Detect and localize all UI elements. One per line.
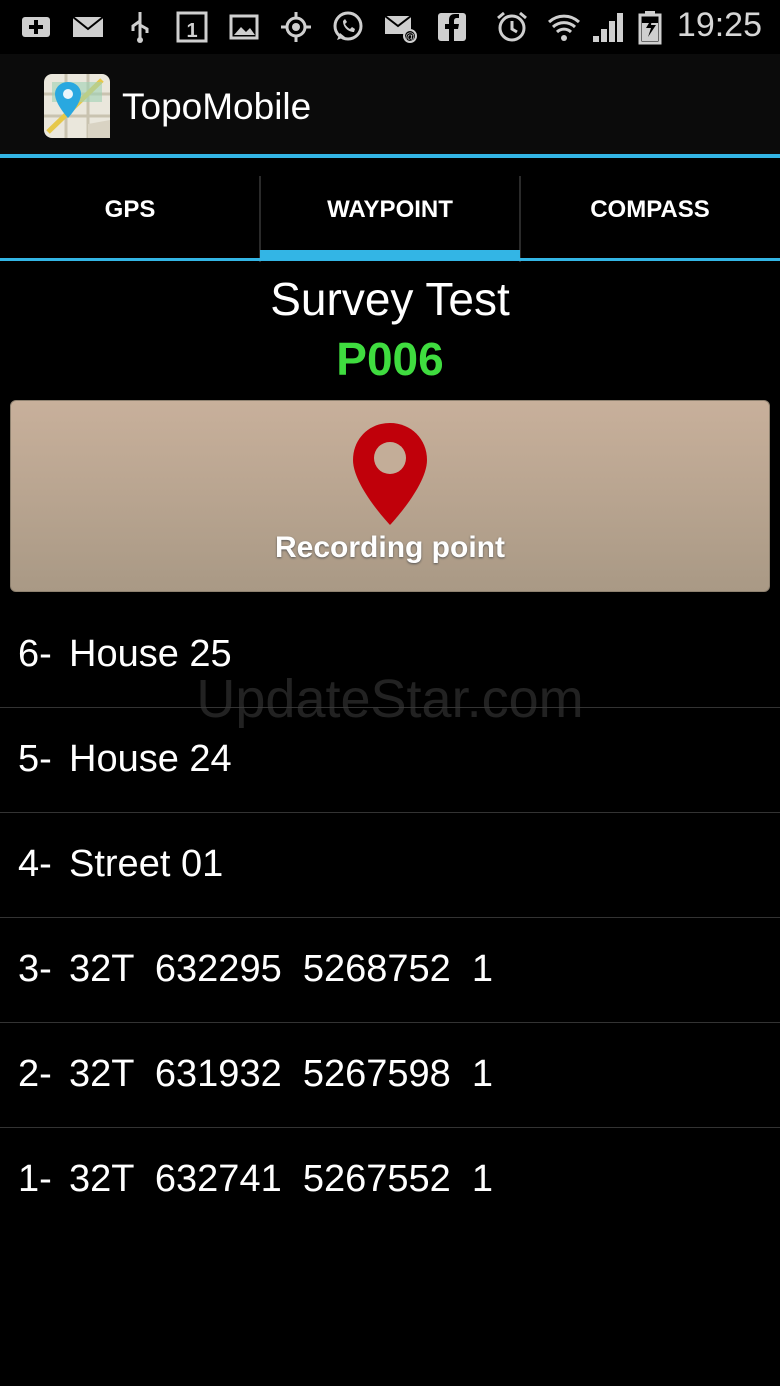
record-point-button[interactable]: Recording point <box>10 400 770 592</box>
map-pin-icon <box>351 421 429 527</box>
point-label: Street 01 <box>69 843 224 885</box>
list-item[interactable]: 3- 32T 632295 5268752 1 <box>0 918 780 1023</box>
point-index: 5- <box>18 738 52 780</box>
tab-waypoint[interactable]: WAYPOINT <box>260 158 520 262</box>
point-index: 1- <box>18 1158 52 1200</box>
app-title: TopoMobile <box>122 86 312 127</box>
point-label: House 24 <box>69 738 232 780</box>
point-label: 32T 631932 5267598 1 <box>69 1053 494 1095</box>
record-point-label: Recording point <box>275 531 505 564</box>
svg-text:1: 1 <box>186 20 197 42</box>
tab-compass[interactable]: COMPASS <box>520 158 780 262</box>
point-code: P006 <box>336 333 444 385</box>
tab-bar: GPS WAYPOINT COMPASS <box>0 158 780 262</box>
tab-gps[interactable]: GPS <box>0 158 260 262</box>
email-icon: @ <box>380 8 420 46</box>
point-label: 32T 632741 5267552 1 <box>69 1158 494 1200</box>
list-item[interactable]: 6- House 25 <box>0 603 780 708</box>
survey-title: Survey Test <box>270 273 510 325</box>
app-logo-icon[interactable] <box>42 72 112 140</box>
action-bar: TopoMobile <box>0 54 780 154</box>
point-index: 2- <box>18 1053 52 1095</box>
signal-icon <box>588 8 628 46</box>
list-item[interactable]: 2- 32T 631932 5267598 1 <box>0 1023 780 1128</box>
status-time: 19:25 <box>676 6 762 44</box>
point-index: 3- <box>18 948 52 990</box>
point-label: 32T 632295 5268752 1 <box>69 948 494 990</box>
point-index: 4- <box>18 843 52 885</box>
point-label: House 25 <box>69 633 232 675</box>
image-icon <box>224 8 264 46</box>
status-bar: 1 @ 19:25 <box>0 0 780 54</box>
tab-selected-indicator <box>260 250 520 261</box>
list-item[interactable]: 5- House 24 <box>0 708 780 813</box>
gps-icon <box>276 8 316 46</box>
list-item[interactable]: 1- 32T 632741 5267552 1 <box>0 1128 780 1232</box>
alarm-icon <box>492 8 532 46</box>
usb-icon <box>120 8 160 46</box>
svg-text:@: @ <box>405 32 415 43</box>
battery-icon <box>630 8 670 46</box>
calendar-icon: 1 <box>172 8 212 46</box>
whatsapp-icon <box>328 8 368 46</box>
mail-icon <box>68 8 108 46</box>
facebook-icon <box>432 8 472 46</box>
wifi-icon <box>544 8 584 46</box>
point-index: 6- <box>18 633 52 675</box>
add-icon <box>16 8 56 46</box>
points-list: 6- House 25 5- House 24 4- Street 01 3- … <box>0 603 780 1232</box>
list-item[interactable]: 4- Street 01 <box>0 813 780 918</box>
